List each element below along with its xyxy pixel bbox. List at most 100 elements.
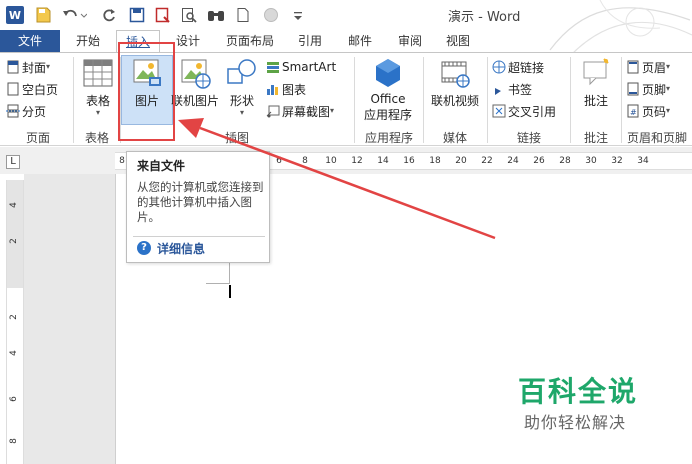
group-label-header-footer: 页眉和页脚 <box>626 131 687 145</box>
online-video-button[interactable]: 联机视频 <box>426 57 484 109</box>
window-title: 演示 - Word <box>448 10 521 25</box>
ruler-number: 8 <box>8 438 19 444</box>
group-label-media: 媒体 <box>442 131 467 145</box>
bookmark-button[interactable]: 书签 <box>492 79 532 99</box>
circle-icon[interactable] <box>262 6 280 24</box>
ruler-number: 6 <box>276 156 282 166</box>
tooltip-description: 从您的计算机或您连接到的其他计算机中插入图片。 <box>137 180 264 224</box>
online-picture-icon <box>181 59 211 89</box>
picture-icon <box>133 59 161 86</box>
ruler-number: 18 <box>429 156 441 166</box>
margin-mark <box>206 283 229 284</box>
ruler-number: 34 <box>637 156 649 166</box>
footer-icon <box>627 82 639 96</box>
ruler-number: 22 <box>481 156 493 166</box>
group-separator <box>354 57 355 143</box>
hyperlink-icon <box>492 60 506 74</box>
save-icon[interactable] <box>34 6 52 24</box>
group-separator <box>487 57 488 143</box>
smartart-button[interactable]: SmartArt <box>266 57 336 77</box>
ruler-number: 4 <box>8 350 19 356</box>
vertical-ruler[interactable]: 4 2 2 4 6 8 <box>6 180 24 464</box>
tab-mailings[interactable]: 邮件 <box>338 30 382 52</box>
chart-button[interactable]: 图表 <box>266 79 306 99</box>
group-label-tables: 表格 <box>84 131 109 145</box>
ruler-number: 28 <box>559 156 571 166</box>
table-icon <box>83 59 113 87</box>
cross-reference-button[interactable]: 交叉引用 <box>492 101 556 121</box>
tab-home[interactable]: 开始 <box>66 30 110 52</box>
group-separator <box>570 57 571 143</box>
group-label-comments: 批注 <box>583 131 608 145</box>
ruler-number: 24 <box>507 156 519 166</box>
smartart-icon <box>267 62 279 73</box>
blank-page-button[interactable]: 空白页 <box>6 79 58 99</box>
group-label-pages: 页面 <box>25 131 50 145</box>
group-label-links: 链接 <box>516 131 541 145</box>
undo-icon[interactable] <box>60 6 88 24</box>
svg-text:#: # <box>630 108 637 117</box>
ruler-number: 2 <box>8 314 19 320</box>
online-picture-button[interactable]: 联机图片 <box>170 57 220 109</box>
save-as-pdf-icon[interactable] <box>154 6 172 24</box>
watermark-title: 百科全说 <box>518 375 639 408</box>
ruler-row: L 8 6 8 10 12 14 16 18 20 22 24 26 28 30… <box>0 147 692 174</box>
customize-qat-icon[interactable] <box>290 6 306 24</box>
chevron-down-icon: ▾ <box>330 106 335 115</box>
cover-page-icon <box>7 60 19 74</box>
help-icon[interactable]: ? <box>137 241 151 255</box>
cross-reference-icon <box>492 104 506 118</box>
redo-icon[interactable] <box>100 6 118 24</box>
tooltip-divider <box>133 236 265 237</box>
tooltip-title: 来自文件 <box>137 159 186 173</box>
office-apps-button[interactable]: Office 应用程序 <box>358 57 418 123</box>
comment-button[interactable]: 批注 <box>576 57 616 109</box>
chevron-down-icon: ▾ <box>666 84 671 93</box>
find-icon[interactable] <box>206 6 226 24</box>
ruler-number: 12 <box>351 156 363 166</box>
tab-insert[interactable]: 插入 <box>116 30 160 53</box>
group-label-apps: 应用程序 <box>364 131 413 145</box>
picture-button[interactable]: 图片 <box>122 57 172 109</box>
ruler-number: 6 <box>8 396 19 402</box>
table-button[interactable]: 表格 ▾ <box>78 57 118 117</box>
chevron-down-icon: ▾ <box>95 108 100 117</box>
screenshot-icon <box>266 105 280 118</box>
tooltip-more-info-link[interactable]: 详细信息 <box>157 240 205 257</box>
tab-selector[interactable]: L <box>6 155 20 169</box>
office-store-icon <box>376 59 400 87</box>
online-video-icon <box>441 61 470 88</box>
tab-review[interactable]: 审阅 <box>388 30 432 52</box>
tab-page-layout[interactable]: 页面布局 <box>218 30 282 52</box>
cover-page-button[interactable]: 封面 ▾ <box>6 57 50 77</box>
tab-file[interactable]: 文件 <box>0 30 60 52</box>
print-preview-icon[interactable] <box>180 6 198 24</box>
page-number-icon: # <box>627 104 639 118</box>
screenshot-button[interactable]: 屏幕截图 ▾ <box>266 101 334 121</box>
word-app-icon[interactable]: W <box>6 6 24 24</box>
chevron-down-icon: ▾ <box>666 106 671 115</box>
header-icon <box>627 60 639 74</box>
new-doc-icon[interactable] <box>234 6 252 24</box>
ruler-number: 30 <box>585 156 597 166</box>
footer-button[interactable]: 页脚 ▾ <box>626 79 670 99</box>
tab-references[interactable]: 引用 <box>288 30 332 52</box>
blank-page-icon <box>7 82 19 96</box>
page-number-button[interactable]: # 页码 ▾ <box>626 101 670 121</box>
header-button[interactable]: 页眉 ▾ <box>626 57 670 77</box>
ruler-number: 8 <box>119 156 125 166</box>
tab-view[interactable]: 视图 <box>436 30 480 52</box>
tab-design[interactable]: 设计 <box>166 30 210 52</box>
hyperlink-button[interactable]: 超链接 <box>492 57 544 77</box>
ruler-number: 16 <box>403 156 415 166</box>
save-as-icon[interactable] <box>128 6 146 24</box>
text-cursor <box>229 285 231 298</box>
ruler-number: 10 <box>325 156 337 166</box>
shapes-icon <box>227 59 256 84</box>
shapes-button[interactable]: 形状 ▾ <box>222 57 262 117</box>
picture-tooltip: 来自文件 从您的计算机或您连接到的其他计算机中插入图片。 ? 详细信息 <box>126 151 270 263</box>
ruler-number: 14 <box>377 156 389 166</box>
ruler-number: 32 <box>611 156 623 166</box>
page-break-button[interactable]: 分页 <box>6 101 46 121</box>
chevron-down-icon: ▾ <box>46 62 51 71</box>
